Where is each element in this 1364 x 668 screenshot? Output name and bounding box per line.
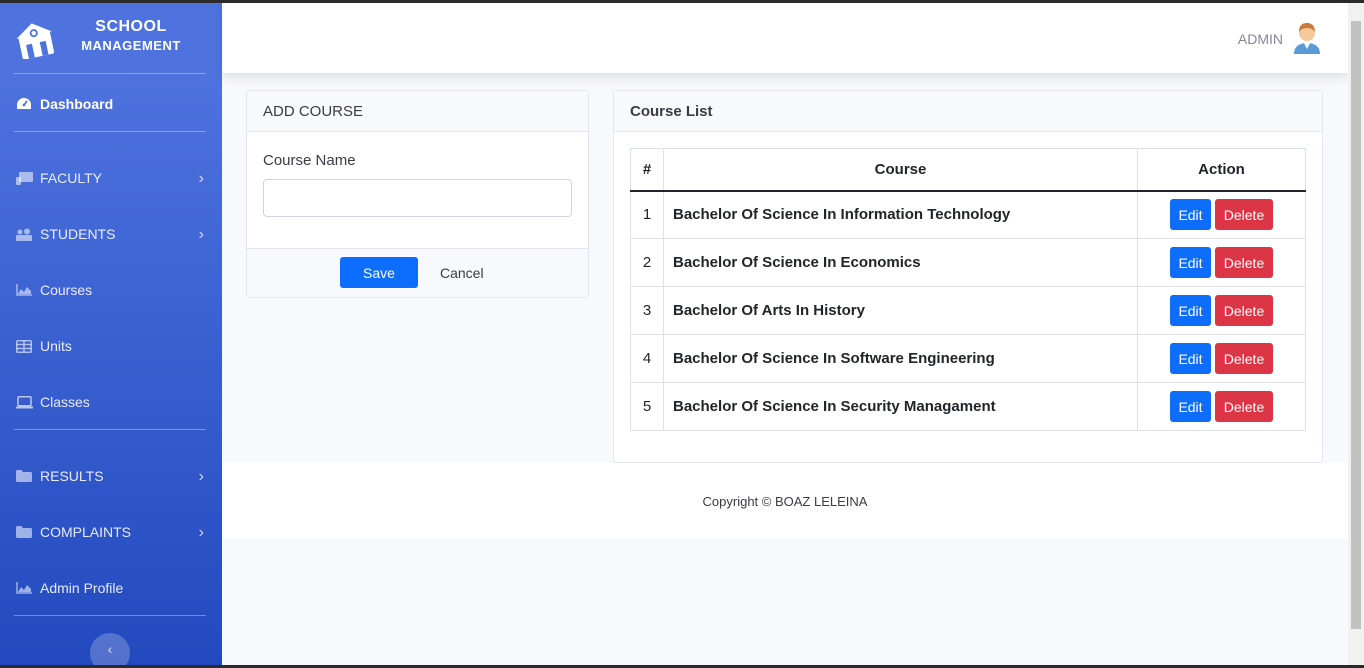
sidebar-item-label: COMPLAINTS xyxy=(40,524,132,540)
edit-button[interactable]: Edit xyxy=(1170,199,1211,231)
chevron-right-icon: › xyxy=(198,468,204,485)
copyright-text: Copyright © BOAZ LELEINA xyxy=(702,494,868,509)
sidebar-item-label: Courses xyxy=(40,282,93,298)
edit-button[interactable]: Edit xyxy=(1170,343,1211,374)
topbar: ADMIN xyxy=(222,3,1348,73)
row-number: 1 xyxy=(630,190,664,239)
sidebar-item-label: STUDENTS xyxy=(40,226,116,242)
chalkboard-icon xyxy=(15,171,33,185)
brand[interactable]: SCHOOL MANAGEMENT xyxy=(0,3,222,73)
card-title: ADD COURSE xyxy=(263,102,364,120)
sidebar-item-classes[interactable]: Classes xyxy=(0,382,222,422)
edit-button[interactable]: Edit xyxy=(1170,247,1211,278)
brand-line-2: MANAGEMENT xyxy=(81,38,181,53)
sidebar-item-students[interactable]: STUDENTS › xyxy=(0,214,222,254)
avatar[interactable] xyxy=(1292,22,1322,54)
row-number: 2 xyxy=(630,238,664,287)
table-row: 1 Bachelor Of Science In Information Tec… xyxy=(630,190,1306,239)
sidebar-divider xyxy=(14,615,206,616)
course-list-card: Course List # Course Action 1 Bachelor O… xyxy=(613,90,1323,463)
sidebar-item-courses[interactable]: Courses xyxy=(0,270,222,310)
sidebar-toggle-button[interactable]: ‹ xyxy=(90,633,130,668)
sidebar-item-faculty[interactable]: FACULTY › xyxy=(0,158,222,198)
sidebar-item-label: RESULTS xyxy=(40,468,104,484)
add-course-card: ADD COURSE Course Name Save Cancel xyxy=(246,90,589,298)
delete-button[interactable]: Delete xyxy=(1215,391,1273,422)
folder-icon xyxy=(15,525,33,539)
chevron-right-icon: › xyxy=(198,226,204,243)
scrollbar-thumb[interactable] xyxy=(1351,21,1361,629)
table-icon xyxy=(15,339,33,353)
save-button[interactable]: Save xyxy=(340,257,418,288)
delete-button[interactable]: Delete xyxy=(1215,247,1273,278)
sidebar-divider xyxy=(14,429,206,430)
chevron-right-icon: › xyxy=(198,170,204,187)
sidebar-item-dashboard[interactable]: Dashboard xyxy=(0,84,222,124)
sidebar-item-label: Admin Profile xyxy=(40,580,124,596)
sidebar-item-admin-profile[interactable]: Admin Profile xyxy=(0,568,222,608)
sidebar-item-units[interactable]: Units xyxy=(0,326,222,366)
course-name-label: Course Name xyxy=(263,152,356,169)
table-row: 5 Bachelor Of Science In Security Managa… xyxy=(630,382,1306,431)
table-header-row: # Course Action xyxy=(630,148,1306,192)
users-icon xyxy=(15,227,33,241)
sidebar-item-label: FACULTY xyxy=(40,170,102,186)
column-header: Action xyxy=(1137,148,1306,192)
course-name-input[interactable] xyxy=(263,179,572,217)
laptop-icon xyxy=(15,395,33,409)
column-header: # xyxy=(630,148,664,192)
course-name: Bachelor Of Science In Security Managame… xyxy=(663,382,1138,431)
column-header: Course xyxy=(663,148,1138,192)
row-actions: Edit Delete xyxy=(1137,190,1306,239)
add-course-footer: Save Cancel xyxy=(247,248,588,297)
tachometer-icon xyxy=(15,97,33,111)
edit-button[interactable]: Edit xyxy=(1170,295,1211,326)
brand-line-1: SCHOOL xyxy=(95,18,167,35)
chevron-right-icon: › xyxy=(198,524,204,541)
sidebar-item-label: Units xyxy=(40,338,72,354)
edit-button[interactable]: Edit xyxy=(1170,391,1211,422)
add-course-header: ADD COURSE xyxy=(247,91,588,132)
delete-button[interactable]: Delete xyxy=(1215,343,1273,374)
user-name[interactable]: ADMIN xyxy=(1238,31,1283,47)
table-row: 3 Bachelor Of Arts In History Edit Delete xyxy=(630,286,1306,335)
sidebar-item-results[interactable]: RESULTS › xyxy=(0,456,222,496)
row-actions: Edit Delete xyxy=(1137,286,1306,335)
sidebar-item-label: Classes xyxy=(40,394,90,410)
course-name: Bachelor Of Arts In History xyxy=(663,286,1138,335)
sidebar-divider xyxy=(14,131,206,132)
course-table: # Course Action 1 Bachelor Of Science In… xyxy=(630,148,1306,431)
table-row: 2 Bachelor Of Science In Economics Edit D… xyxy=(630,238,1306,287)
cancel-button[interactable]: Cancel xyxy=(440,257,484,288)
chart-area-icon xyxy=(15,283,33,297)
page-footer: Copyright © BOAZ LELEINA xyxy=(222,463,1348,538)
row-number: 3 xyxy=(630,286,664,335)
row-number: 4 xyxy=(630,334,664,383)
sidebar-item-label: Dashboard xyxy=(40,96,114,112)
sidebar-item-complaints[interactable]: COMPLAINTS › xyxy=(0,512,222,552)
table-row: 4 Bachelor Of Science In Software Engine… xyxy=(630,334,1306,383)
sidebar: SCHOOL MANAGEMENT Dashboard FACULTY › ST… xyxy=(0,3,222,668)
delete-button[interactable]: Delete xyxy=(1215,199,1273,231)
row-actions: Edit Delete xyxy=(1137,334,1306,383)
course-list-header: Course List xyxy=(614,91,1322,132)
chart-area-icon xyxy=(15,581,33,595)
school-logo-icon xyxy=(16,23,55,59)
page-scrollbar[interactable] xyxy=(1348,3,1364,668)
course-name: Bachelor Of Science In Economics xyxy=(663,238,1138,287)
row-actions: Edit Delete xyxy=(1137,382,1306,431)
card-title: Course List xyxy=(630,102,713,120)
course-name: Bachelor Of Science In Information Techn… xyxy=(663,190,1138,239)
row-number: 5 xyxy=(630,382,664,431)
row-actions: Edit Delete xyxy=(1137,238,1306,287)
course-name: Bachelor Of Science In Software Engineer… xyxy=(663,334,1138,383)
chevron-left-icon: ‹ xyxy=(107,641,113,657)
delete-button[interactable]: Delete xyxy=(1215,295,1273,326)
sidebar-divider xyxy=(14,73,206,74)
brand-title: SCHOOL MANAGEMENT xyxy=(66,17,196,55)
folder-icon xyxy=(15,469,33,483)
